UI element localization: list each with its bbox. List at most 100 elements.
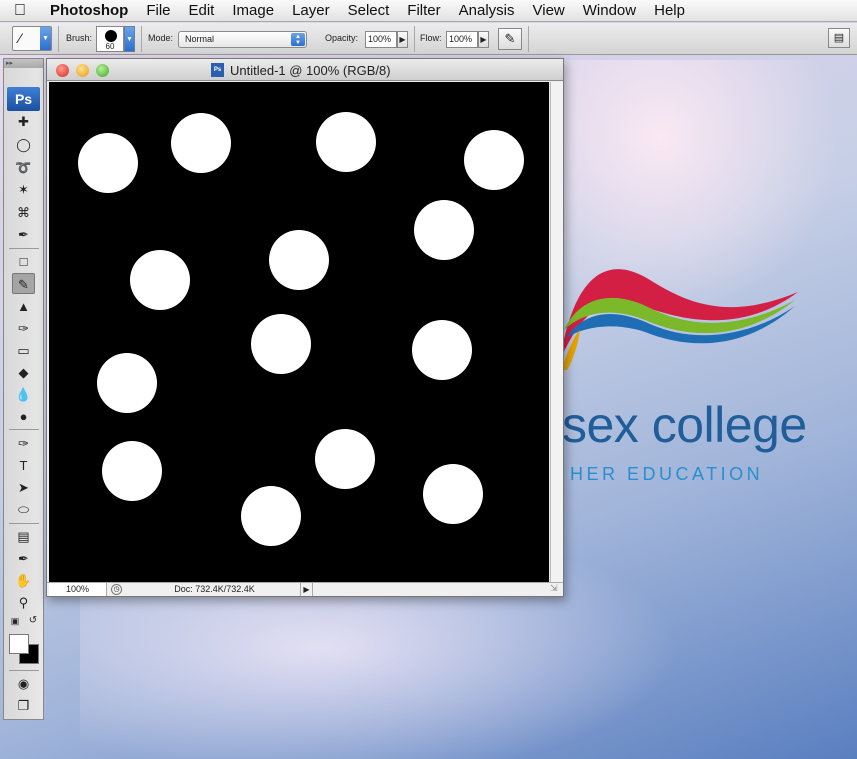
menu-help[interactable]: Help bbox=[645, 2, 694, 19]
document-canvas[interactable] bbox=[49, 82, 549, 582]
document-size-info: Doc: 732.4K/732.4K bbox=[174, 584, 255, 594]
swap-colors-icon[interactable]: ↺ bbox=[26, 614, 40, 628]
history-brush-tool-icon[interactable]: ✑ bbox=[12, 318, 35, 339]
divider bbox=[9, 248, 39, 249]
magic-wand-tool-icon[interactable]: ✶ bbox=[12, 179, 35, 200]
brush-tool-icon[interactable]: ✎ bbox=[12, 273, 35, 294]
apple-icon[interactable]:  bbox=[0, 2, 40, 20]
eraser-tool-icon[interactable]: ▭ bbox=[12, 340, 35, 361]
white-dot bbox=[269, 230, 329, 290]
toolbox-collapse-icon[interactable]: ▸▸ bbox=[4, 59, 43, 68]
lasso-tool-icon[interactable]: ➰ bbox=[12, 157, 35, 178]
screen-mode-icon[interactable]: ❐ bbox=[12, 695, 35, 716]
paint-bucket-tool-icon[interactable]: ◆ bbox=[12, 362, 35, 383]
white-dot bbox=[130, 250, 190, 310]
eyedropper-tool-icon[interactable]: ✒ bbox=[12, 224, 35, 245]
zoom-tool-icon[interactable]: ⚲ bbox=[12, 592, 35, 613]
flow-slider-button[interactable]: ▶ bbox=[478, 31, 489, 48]
options-bar: ⁄ ▼ Brush: 60 ▼ Mode: Normal ▲ ▼ Opacity:… bbox=[0, 23, 857, 55]
flow-input[interactable]: 100% bbox=[446, 31, 478, 48]
brush-picker-dropdown[interactable]: ▼ bbox=[124, 26, 135, 52]
healing-brush-tool-icon[interactable]: □ bbox=[12, 251, 35, 272]
white-dot bbox=[241, 486, 301, 546]
menu-view[interactable]: View bbox=[524, 2, 574, 19]
canvas-artwork bbox=[78, 112, 524, 546]
path-selection-tool-icon[interactable]: ➤ bbox=[12, 477, 35, 498]
white-dot bbox=[316, 112, 376, 172]
brush-preset-preview[interactable]: 60 bbox=[96, 26, 124, 52]
vertical-scrollbar[interactable] bbox=[550, 82, 563, 582]
white-dot bbox=[464, 130, 524, 190]
notes-tool-icon[interactable]: ▤ bbox=[12, 526, 35, 547]
divider bbox=[58, 26, 59, 52]
menu-filter[interactable]: Filter bbox=[398, 2, 449, 19]
minimize-icon[interactable] bbox=[76, 64, 89, 77]
updown-arrows-icon: ▲ ▼ bbox=[291, 33, 305, 46]
white-dot bbox=[171, 113, 231, 173]
foreground-color-swatch[interactable] bbox=[9, 634, 29, 654]
shape-tool-icon[interactable]: ⬭ bbox=[12, 499, 35, 520]
white-dot bbox=[102, 441, 162, 501]
chevron-down-icon: ▼ bbox=[40, 27, 51, 50]
psd-file-icon: Ps bbox=[211, 63, 224, 77]
divider bbox=[9, 523, 39, 524]
white-dot bbox=[315, 429, 375, 489]
brush-tool-icon: ⁄ bbox=[19, 30, 22, 46]
divider bbox=[414, 26, 415, 52]
menu-edit[interactable]: Edit bbox=[180, 2, 224, 19]
close-icon[interactable] bbox=[56, 64, 69, 77]
divider bbox=[9, 670, 39, 671]
brush-tip-icon bbox=[105, 30, 117, 42]
menu-analysis[interactable]: Analysis bbox=[450, 2, 524, 19]
brush-label: Brush: bbox=[66, 33, 93, 43]
palette-well-icon[interactable]: ▤ bbox=[828, 28, 850, 48]
divider bbox=[9, 429, 39, 430]
white-dot bbox=[251, 314, 311, 374]
menubar:  Photoshop File Edit Image Layer Select… bbox=[0, 0, 857, 22]
menu-select[interactable]: Select bbox=[339, 2, 399, 19]
photoshop-logo[interactable]: Ps bbox=[7, 87, 40, 111]
status-bar: 100% ◷ Doc: 732.4K/732.4K ▶ ⇲ bbox=[47, 582, 563, 596]
status-menu-arrow-icon[interactable]: ▶ bbox=[300, 583, 313, 596]
opacity-input[interactable]: 100% bbox=[365, 31, 397, 48]
menu-app-name[interactable]: Photoshop bbox=[40, 2, 137, 19]
menu-window[interactable]: Window bbox=[574, 2, 645, 19]
pen-tool-icon[interactable]: ✑ bbox=[12, 433, 35, 454]
menu-file[interactable]: File bbox=[137, 2, 179, 19]
marquee-tool-icon[interactable]: ◯ bbox=[12, 134, 35, 155]
hand-tool-icon[interactable]: ✋ bbox=[12, 570, 35, 591]
brush-size-value: 60 bbox=[105, 42, 115, 51]
mode-select[interactable]: Normal ▲ ▼ bbox=[178, 31, 307, 48]
dodge-tool-icon[interactable]: ● bbox=[12, 406, 35, 427]
toolbox: ▸▸ Ps ✚ ◯ ➰ ✶ ⌘ ✒ □ ✎ ▲ ✑ ▭ ◆ 💧 ● ✑ T ➤ … bbox=[3, 58, 44, 720]
document-title: Untitled-1 @ 100% (RGB/8) bbox=[230, 63, 391, 78]
zoom-level-field[interactable]: 100% bbox=[49, 583, 107, 596]
crop-tool-icon[interactable]: ⌘ bbox=[12, 202, 35, 223]
menu-image[interactable]: Image bbox=[223, 2, 283, 19]
type-tool-icon[interactable]: T bbox=[12, 455, 35, 476]
resize-grip-icon[interactable]: ⇲ bbox=[550, 583, 562, 595]
divider bbox=[141, 26, 142, 52]
white-dot bbox=[414, 200, 474, 260]
menu-layer[interactable]: Layer bbox=[283, 2, 339, 19]
zoom-icon[interactable] bbox=[96, 64, 109, 77]
divider bbox=[528, 26, 529, 52]
white-dot bbox=[423, 464, 483, 524]
college-name-text: sex college bbox=[562, 397, 807, 453]
color-sampler-tool-icon[interactable]: ✒ bbox=[12, 548, 35, 569]
clone-stamp-tool-icon[interactable]: ▲ bbox=[12, 296, 35, 317]
default-colors-icon[interactable]: ▣ bbox=[8, 614, 22, 628]
document-window: Ps Untitled-1 @ 100% (RGB/8) 100% ◷ Doc:… bbox=[46, 58, 564, 597]
status-info-icon[interactable]: ◷ bbox=[111, 584, 122, 595]
opacity-label: Opacity: bbox=[325, 33, 359, 43]
quick-mask-icon[interactable]: ◉ bbox=[12, 673, 35, 694]
move-tool-icon[interactable]: ✚ bbox=[12, 111, 35, 132]
airbrush-toggle-icon[interactable]: ✎ bbox=[498, 28, 522, 50]
mode-value: Normal bbox=[185, 34, 215, 44]
college-subtitle-text: HER EDUCATION bbox=[570, 464, 764, 484]
blur-tool-icon[interactable]: 💧 bbox=[12, 384, 35, 405]
document-titlebar[interactable]: Ps Untitled-1 @ 100% (RGB/8) bbox=[47, 59, 563, 81]
flow-label: Flow: bbox=[420, 33, 442, 43]
tool-preset-picker[interactable]: ⁄ ▼ bbox=[12, 26, 52, 51]
opacity-slider-button[interactable]: ▶ bbox=[397, 31, 408, 48]
